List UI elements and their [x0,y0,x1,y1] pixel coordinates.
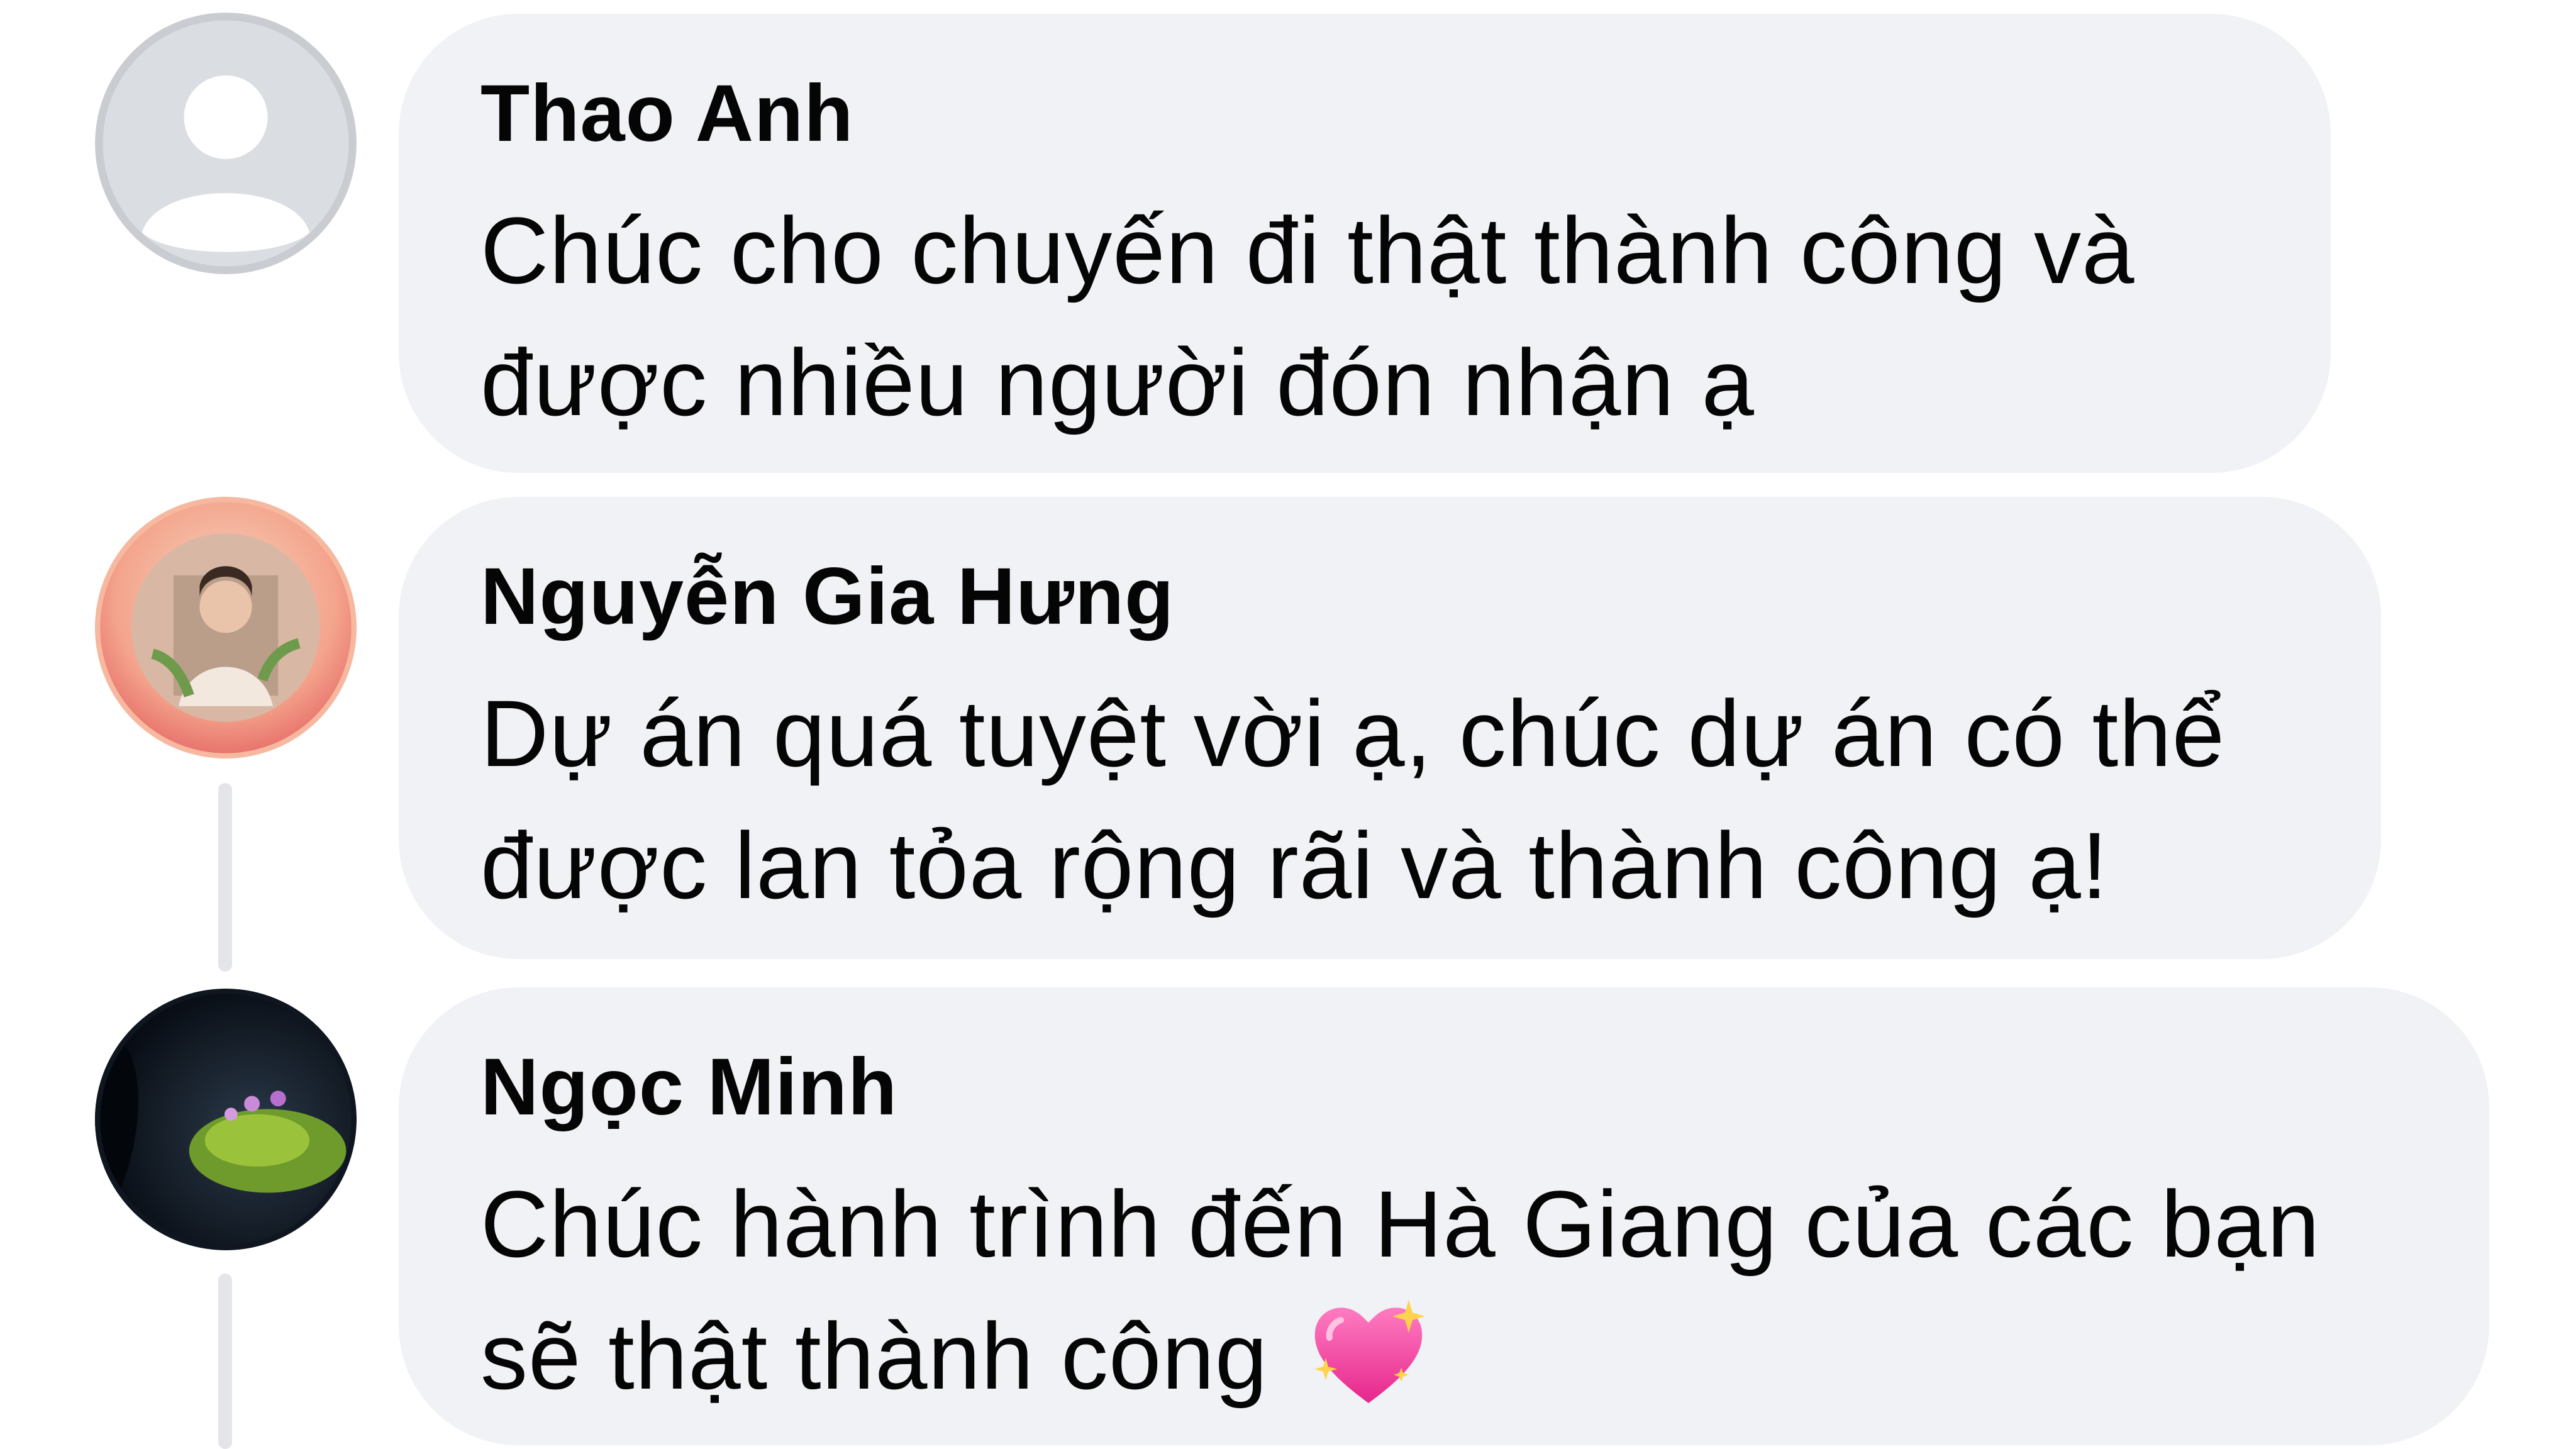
comment-bubble: Nguyễn Gia Hưng Dự án quá tuyệt vời ạ, c… [399,497,2381,959]
comment-text: Chúc hành trình đến Hà Giang của các bạn… [480,1158,2407,1423]
sparkling-heart-icon [1306,1292,1431,1412]
comment-bubble: Ngọc Minh Chúc hành trình đến Hà Giang c… [399,987,2489,1445]
comment-author[interactable]: Ngọc Minh [480,1047,2407,1128]
avatar[interactable] [95,989,357,1250]
default-profile-icon [95,13,357,274]
avatar[interactable] [95,13,357,274]
thread-connector-line [218,1274,232,1449]
comment-bubble: Thao Anh Chúc cho chuyến đi thật thành c… [399,14,2331,473]
avatar[interactable] [95,497,357,758]
profile-photo-icon [95,497,357,758]
comment-text: Chúc cho chuyến đi thật thành công và đư… [480,197,2135,435]
thread-connector-line [218,783,232,972]
comment-author[interactable]: Thao Anh [480,74,2249,154]
comment-author[interactable]: Nguyễn Gia Hưng [480,557,2299,637]
comment-text: Dự án quá tuyệt vời ạ, chúc dự án có thể… [480,680,2226,918]
profile-photo-icon [95,989,357,1250]
